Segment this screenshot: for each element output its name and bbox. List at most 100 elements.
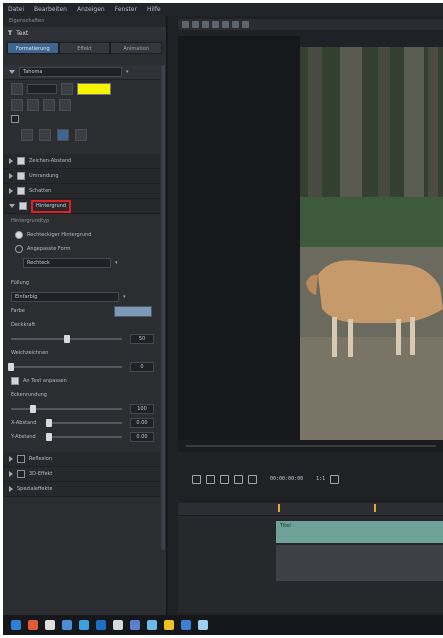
app-icon[interactable]: [96, 620, 106, 630]
padding-y-slider-knob[interactable]: [46, 433, 52, 441]
shape-select[interactable]: Rechteck: [23, 258, 111, 268]
corner-slider-knob[interactable]: [30, 405, 37, 413]
padding-x-slider[interactable]: [46, 419, 122, 427]
style-button-4[interactable]: [75, 129, 87, 141]
snapshot-icon[interactable]: [232, 21, 239, 28]
section-character-spacing[interactable]: Zeichen-Abstand: [3, 154, 160, 169]
fill-select-row: Einfarbig ▾: [3, 290, 160, 304]
timeline-clip-title[interactable]: Titel: [276, 521, 443, 543]
crop-tool-icon[interactable]: [192, 21, 199, 28]
align-right-icon[interactable]: [43, 99, 55, 111]
opacity-slider-knob[interactable]: [63, 335, 70, 343]
padding-y-slider[interactable]: [46, 433, 122, 441]
opacity-slider[interactable]: [11, 335, 122, 343]
panel-header: Eigenschaften: [3, 16, 166, 27]
section-checkbox[interactable]: [17, 455, 25, 463]
app-icon[interactable]: [198, 620, 208, 630]
section-font[interactable]: Tahoma ▾: [3, 65, 160, 80]
text-option-checkbox[interactable]: [11, 115, 19, 123]
font-size-field[interactable]: [27, 84, 57, 94]
safe-zone-icon[interactable]: [212, 21, 219, 28]
section-checkbox[interactable]: [17, 172, 25, 180]
next-frame-icon[interactable]: [234, 474, 243, 484]
app-icon[interactable]: [62, 620, 72, 630]
start-icon[interactable]: [11, 620, 21, 630]
timeline-marker[interactable]: [278, 504, 280, 512]
radio-custom-shape[interactable]: [15, 245, 23, 253]
blur-slider-knob[interactable]: [8, 363, 14, 371]
app-icon[interactable]: [181, 620, 191, 630]
section-checkbox[interactable]: [17, 187, 25, 195]
app-icon[interactable]: [147, 620, 157, 630]
grid-icon[interactable]: [202, 21, 209, 28]
option-custom-shape[interactable]: Angepasste Form: [3, 242, 160, 256]
style-button-3[interactable]: [57, 129, 69, 141]
timeline-clip-empty[interactable]: [276, 545, 443, 581]
section-3d-effect[interactable]: 3D-Effekt: [3, 467, 160, 482]
section-checkbox[interactable]: [19, 202, 27, 210]
app-icon[interactable]: [45, 620, 55, 630]
fullscreen-icon[interactable]: [330, 474, 340, 484]
properties-scrollbar[interactable]: [161, 65, 165, 550]
timeline-ruler[interactable]: [178, 503, 443, 516]
padding-x-value[interactable]: 0.00: [130, 418, 154, 428]
bold-icon[interactable]: [61, 83, 73, 95]
fill-select[interactable]: Einfarbig: [11, 292, 119, 302]
section-checkbox[interactable]: [17, 470, 25, 478]
tab-animation[interactable]: Animation: [110, 42, 163, 54]
opacity-value[interactable]: 50: [130, 334, 154, 344]
section-label: Umrandung: [29, 173, 59, 179]
menu-edit[interactable]: Bearbeiten: [29, 6, 72, 13]
seek-track[interactable]: [186, 445, 436, 447]
app-icon[interactable]: [164, 620, 174, 630]
text-color-swatch[interactable]: [77, 83, 111, 95]
radio-rectangular[interactable]: [15, 231, 23, 239]
blur-value[interactable]: 0: [130, 362, 154, 372]
fit-to-text-row[interactable]: An Text anpassen: [3, 374, 160, 388]
font-select[interactable]: Tahoma: [19, 67, 122, 77]
padding-y-label: Y-Abstand: [11, 434, 36, 440]
align-center-icon[interactable]: [27, 99, 39, 111]
line-spacing-icon[interactable]: [59, 99, 71, 111]
section-outline[interactable]: Umrandung: [3, 169, 160, 184]
select-tool-icon[interactable]: [182, 21, 189, 28]
stop-icon[interactable]: [206, 474, 215, 484]
section-checkbox[interactable]: [17, 157, 25, 165]
section-background[interactable]: Hintergrund: [3, 199, 160, 214]
menu-window[interactable]: Fenster: [110, 6, 142, 13]
timeline-marker[interactable]: [374, 504, 376, 512]
seek-bar[interactable]: [178, 440, 443, 452]
option-rectangular[interactable]: Rechteckiger Hintergrund: [3, 228, 160, 242]
section-shadow[interactable]: Schatten: [3, 184, 160, 199]
menu-help[interactable]: Hilfe: [142, 6, 166, 13]
zoom-ratio[interactable]: 1:1: [316, 476, 325, 482]
menu-file[interactable]: Datei: [3, 6, 29, 13]
style-button-1[interactable]: [21, 129, 33, 141]
corner-value[interactable]: 100: [130, 404, 154, 414]
edit-icon[interactable]: [242, 21, 249, 28]
properties-panel: Eigenschaften T Text Formatierung Effekt…: [3, 16, 167, 616]
section-special-effects[interactable]: Spezialeffekte: [3, 482, 160, 497]
tab-effect[interactable]: Effekt: [58, 42, 111, 54]
app-icon[interactable]: [113, 620, 123, 630]
style-button-2[interactable]: [39, 129, 51, 141]
menu-view[interactable]: Anzeigen: [72, 6, 110, 13]
app-icon[interactable]: [28, 620, 38, 630]
play-icon[interactable]: [192, 474, 201, 484]
app-icon[interactable]: [130, 620, 140, 630]
corner-slider[interactable]: [11, 405, 122, 413]
tab-formatting[interactable]: Formatierung: [7, 42, 59, 54]
background-color-swatch[interactable]: [114, 305, 152, 317]
blur-slider[interactable]: [8, 363, 122, 371]
blur-slider-row: 0: [3, 360, 160, 374]
app-icon[interactable]: [79, 620, 89, 630]
previous-frame-icon[interactable]: [220, 474, 229, 484]
font-size-icon[interactable]: [11, 83, 23, 95]
padding-y-value[interactable]: 0.00: [130, 432, 154, 442]
align-left-icon[interactable]: [11, 99, 23, 111]
zoom-icon[interactable]: [222, 21, 229, 28]
fit-to-text-checkbox[interactable]: [11, 377, 19, 385]
fast-forward-icon[interactable]: [248, 474, 257, 484]
section-reflection[interactable]: Reflexion: [3, 452, 160, 467]
padding-x-slider-knob[interactable]: [46, 419, 52, 427]
